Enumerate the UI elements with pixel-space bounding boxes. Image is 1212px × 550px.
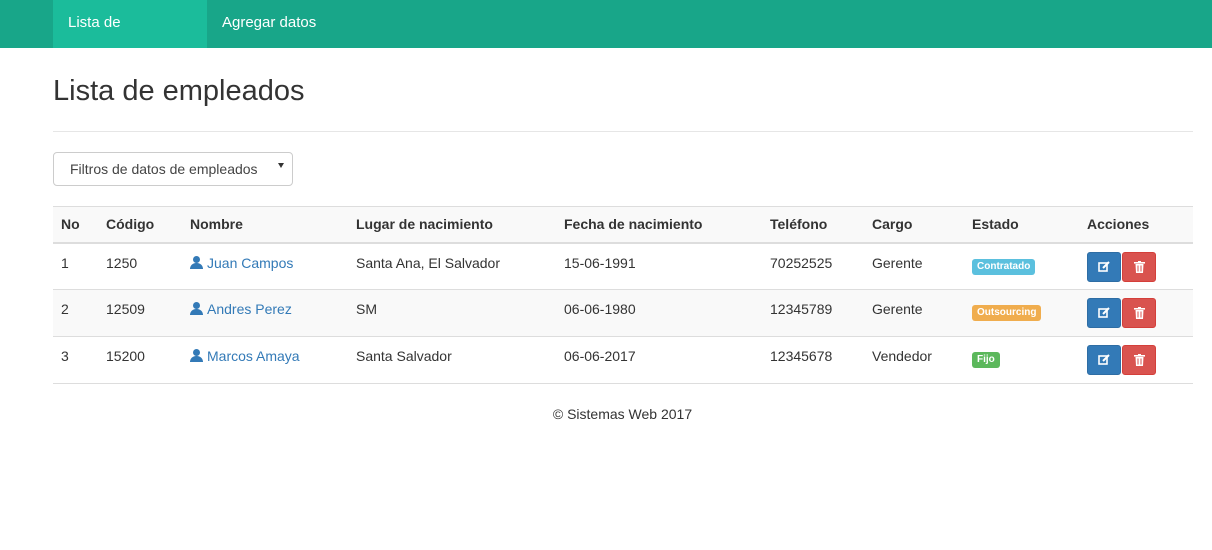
edit-icon [1098,354,1110,365]
header-acciones: Acciones [1079,206,1193,244]
header-codigo[interactable]: Código [98,206,182,244]
table-header-row: No Código Nombre Lugar de nacimiento Fec… [53,206,1193,244]
cell-lugar: Santa Ana, El Salvador [348,242,556,290]
nav-tab-lista-empleados[interactable]: Lista de empleados [53,0,207,77]
cell-fecha: 15-06-1991 [556,242,762,290]
cell-nombre: Juan Campos [182,242,348,290]
employee-table: No Código Nombre Lugar de nacimiento Fec… [53,206,1193,384]
cell-acciones [1079,242,1193,290]
trash-icon [1133,260,1145,273]
cell-estado: Fijo [964,336,1079,384]
user-icon [190,349,203,362]
cell-codigo: 1250 [98,242,182,290]
cell-lugar: Santa Salvador [348,336,556,384]
edit-button[interactable] [1087,251,1121,282]
header-estado[interactable]: Estado [964,206,1079,244]
cell-no: 1 [53,242,98,290]
employee-name: Marcos Amaya [207,348,300,364]
cell-fecha: 06-06-1980 [556,289,762,337]
table-row: 3 15200 Marcos Amaya Santa Salvador 06-0… [53,336,1193,384]
cell-nombre: Andres Perez [182,289,348,337]
title-divider [53,131,1193,132]
header-fecha[interactable]: Fecha de nacimiento [556,206,762,244]
user-icon [190,255,203,269]
cell-codigo: 15200 [98,336,182,384]
cell-no: 2 [53,289,98,337]
cell-estado: Outsourcing [964,289,1079,337]
cell-acciones [1079,289,1193,337]
trash-icon [1133,307,1145,319]
filter-dropdown-label: Filtros de datos de empleados [70,161,258,177]
page-title: Lista de empleados [53,75,305,107]
cell-fecha: 06-06-2017 [556,336,762,384]
edit-button[interactable] [1087,345,1121,375]
employee-name-link[interactable]: Marcos Amaya [190,348,300,364]
filter-dropdown[interactable]: Filtros de datos de empleados [53,152,293,186]
cell-telefono: 70252525 [762,242,864,290]
edit-icon [1098,307,1110,318]
table-row: 2 12509 Andres Perez SM 06-06-1980 12345… [53,289,1193,337]
header-cargo[interactable]: Cargo [864,206,964,244]
header-no[interactable]: No [53,206,98,244]
status-badge: Outsourcing [972,305,1042,321]
header-telefono[interactable]: Teléfono [762,206,864,244]
employee-name-link[interactable]: Andres Perez [190,301,292,317]
cell-nombre: Marcos Amaya [182,336,348,384]
status-badge: Contratado [972,258,1036,275]
employee-name: Juan Campos [207,254,294,271]
cell-telefono: 12345789 [762,289,864,337]
cell-lugar: SM [348,289,556,337]
edit-button[interactable] [1087,298,1121,328]
delete-button[interactable] [1122,298,1156,328]
table-row: 1 1250 Juan Campos Santa Ana, El Salvado… [53,242,1193,290]
header-nombre[interactable]: Nombre [182,206,348,244]
cell-estado: Contratado [964,242,1079,290]
caret-down-icon [278,163,284,168]
footer-copyright: © Sistemas Web 2017 [552,406,693,422]
cell-cargo: Vendedor [864,336,964,384]
header-lugar[interactable]: Lugar de nacimiento [348,206,556,244]
edit-icon [1098,260,1110,272]
user-icon [190,302,203,315]
employee-name: Andres Perez [207,301,292,317]
trash-icon [1133,354,1145,366]
navbar: Lista de empleados Agregar datos [0,0,1212,77]
cell-cargo: Gerente [864,289,964,337]
employee-name-link[interactable]: Juan Campos [190,255,293,271]
status-badge: Fijo [972,352,1000,368]
cell-cargo: Gerente [864,242,964,290]
cell-codigo: 12509 [98,289,182,337]
delete-button[interactable] [1122,345,1156,375]
cell-no: 3 [53,336,98,384]
cell-acciones [1079,336,1193,384]
cell-telefono: 12345678 [762,336,864,384]
nav-tab-agregar-datos[interactable]: Agregar datos [207,0,331,48]
delete-button[interactable] [1122,251,1156,282]
